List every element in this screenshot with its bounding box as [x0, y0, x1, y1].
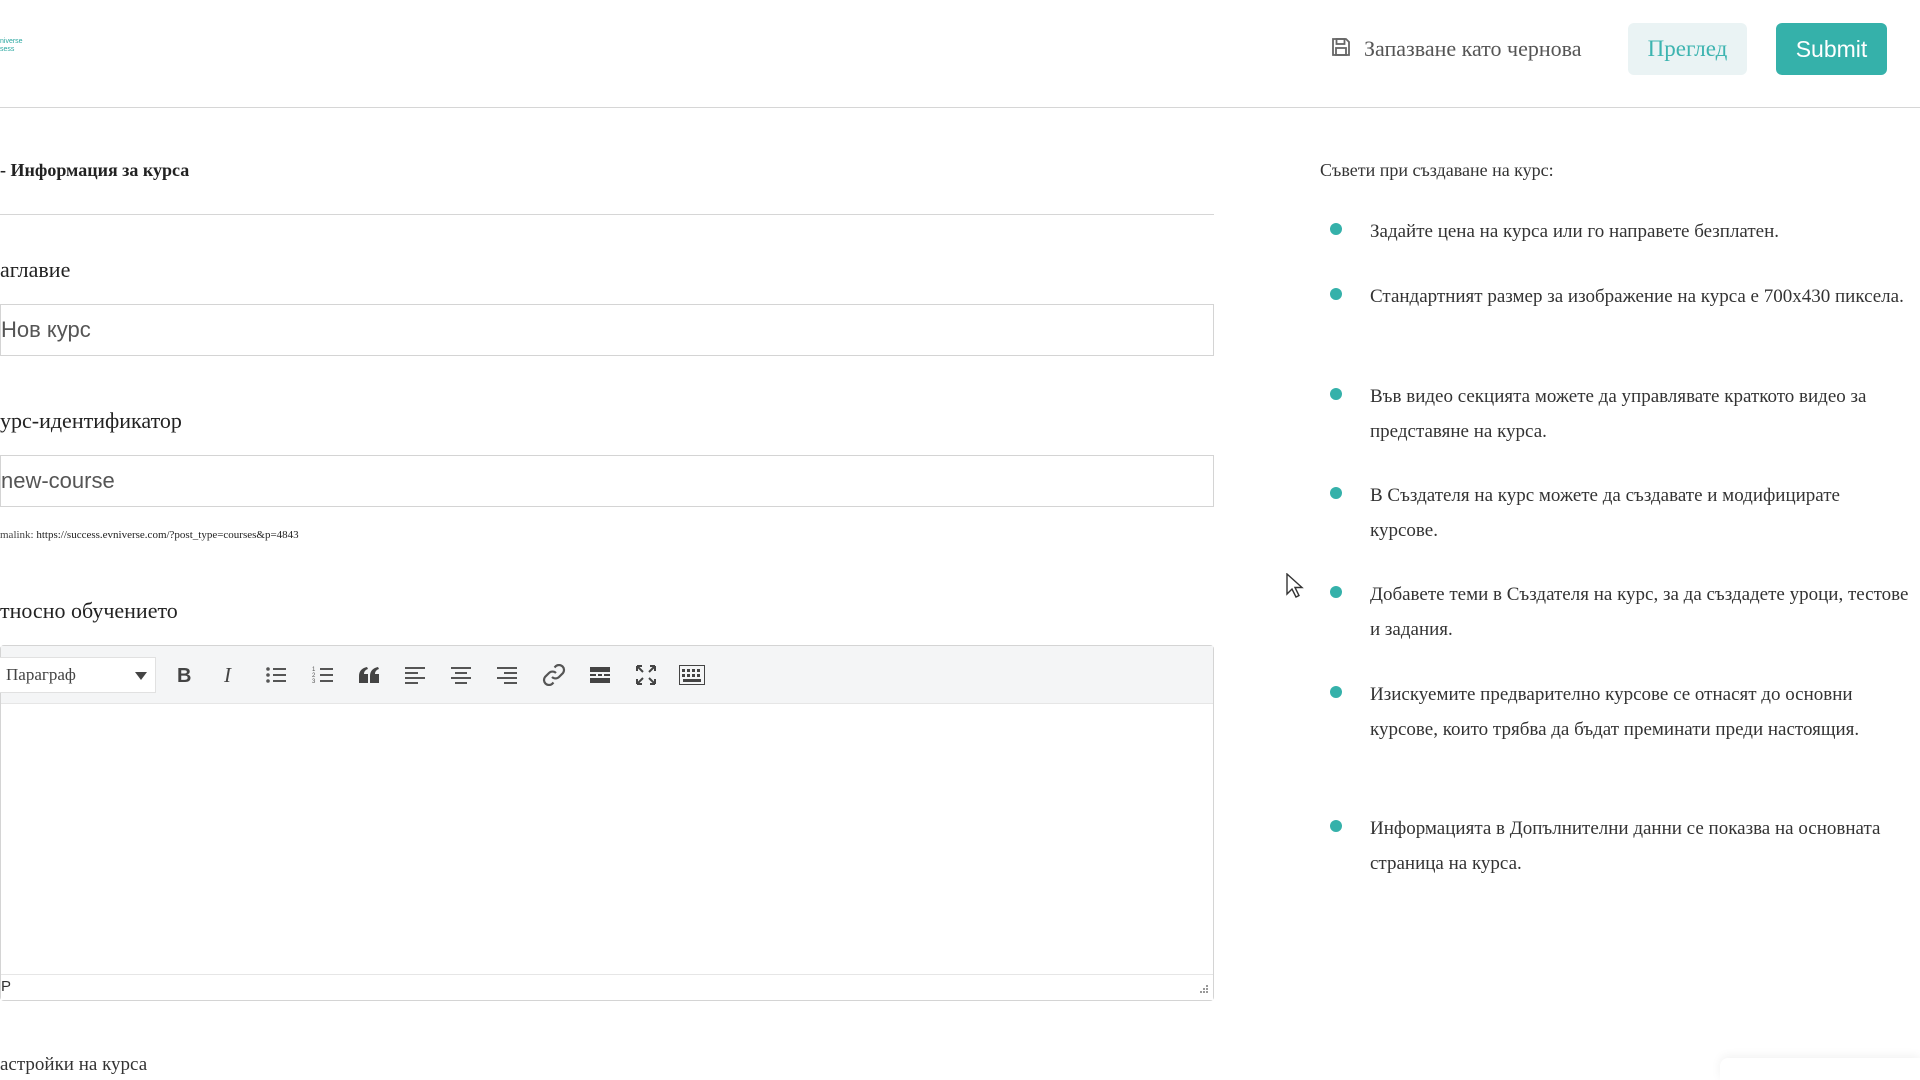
italic-button[interactable]: I	[213, 661, 245, 689]
tip-text: Във видео секцията можете да управлявате…	[1370, 386, 1867, 442]
tip-item: Задайте цена на курса или го направете б…	[1330, 214, 1910, 249]
tip-item: Информацията в Допълнителни данни се пок…	[1330, 811, 1910, 881]
tip-text: Изискуемите предварително курсове се отн…	[1370, 684, 1860, 740]
align-right-icon	[496, 665, 518, 685]
bullet-list-button[interactable]	[260, 661, 292, 689]
tip-text: Задайте цена на курса или го направете б…	[1370, 221, 1780, 242]
permalink-url[interactable]: https://success.evniverse.com/?post_type…	[36, 529, 298, 541]
tip-text: В Създателя на курс можете да създавате …	[1370, 485, 1840, 541]
bullet-dot-icon	[1330, 820, 1342, 832]
tip-text: Информацията в Допълнителни данни се пок…	[1370, 818, 1881, 874]
bold-button[interactable]: B	[168, 661, 200, 689]
tip-item: Изискуемите предварително курсове се отн…	[1330, 677, 1910, 747]
course-settings-label[interactable]: астройки на курса	[0, 1054, 147, 1076]
bullet-dot-icon	[1330, 487, 1342, 499]
save-draft-label: Запазване като чернова	[1364, 36, 1582, 61]
align-left-button[interactable]	[399, 661, 431, 689]
tip-text: Добавете теми в Създателя на курс, за да…	[1370, 584, 1909, 640]
format-select[interactable]: Параграф	[0, 657, 156, 693]
keyboard-icon	[679, 665, 705, 685]
bullet-dot-icon	[1330, 586, 1342, 598]
tip-item: Добавете теми в Създателя на курс, за да…	[1330, 577, 1910, 647]
save-icon	[1330, 36, 1352, 63]
editor-content-area[interactable]	[1, 704, 1213, 974]
svg-text:B: B	[177, 665, 191, 685]
permalink-label: malink:	[0, 529, 34, 541]
format-select-value: Параграф	[6, 665, 76, 684]
svg-text:3: 3	[312, 679, 316, 685]
floating-widget[interactable]	[1720, 1058, 1920, 1080]
bold-icon: B	[175, 665, 193, 685]
toolbar-toggle-button[interactable]	[676, 661, 708, 689]
editor-toolbar: Параграф B I 123	[0, 646, 1213, 704]
permalink: malink: https://success.evniverse.com/?p…	[0, 529, 299, 541]
read-more-button[interactable]	[584, 661, 616, 689]
chevron-down-icon	[135, 672, 147, 680]
align-center-button[interactable]	[445, 661, 477, 689]
bullet-dot-icon	[1330, 288, 1342, 300]
logo-text: niverse sess	[0, 38, 23, 53]
mouse-cursor-icon	[1286, 572, 1304, 599]
editor-statusbar: P	[1, 974, 1213, 1000]
numbered-list-button[interactable]: 123	[307, 661, 339, 689]
fullscreen-icon	[635, 664, 657, 686]
blockquote-button[interactable]	[353, 661, 385, 689]
align-right-button[interactable]	[491, 661, 523, 689]
brand-logo[interactable]: niverse sess	[0, 38, 30, 60]
title-label: аглавие	[0, 257, 71, 282]
bullet-dot-icon	[1330, 223, 1342, 235]
save-draft-button[interactable]: Запазване като чернова	[1330, 34, 1581, 64]
submit-button[interactable]: Submit	[1776, 23, 1887, 75]
about-label: тносно обучението	[0, 598, 178, 623]
bullet-list-icon	[265, 665, 287, 685]
align-left-icon	[404, 665, 426, 685]
bullet-dot-icon	[1330, 388, 1342, 400]
course-slug-input[interactable]: new-course	[0, 455, 1214, 507]
tip-item: Във видео секцията можете да управлявате…	[1330, 379, 1910, 449]
course-title-input[interactable]: Нов курс	[0, 304, 1214, 356]
top-header: niverse sess Запазване като чернова Прег…	[0, 0, 1920, 108]
fullscreen-button[interactable]	[630, 661, 662, 689]
preview-button[interactable]: Преглед	[1628, 23, 1747, 75]
tips-title: Съвети при създаване на курс:	[1320, 160, 1554, 180]
element-path[interactable]: P	[1, 978, 11, 995]
tip-item: Стандартният размер за изображение на ку…	[1330, 279, 1910, 314]
numbered-list-icon: 123	[312, 665, 334, 685]
course-info-section-title[interactable]: - Информация за курса	[0, 160, 189, 181]
section-divider	[0, 214, 1214, 215]
quote-icon	[357, 665, 381, 685]
link-icon	[542, 664, 566, 686]
italic-icon: I	[220, 665, 238, 685]
read-more-icon	[589, 665, 611, 685]
course-description-editor: Параграф B I 123 P	[0, 645, 1214, 1001]
svg-text:I: I	[223, 665, 232, 685]
insert-link-button[interactable]	[538, 661, 570, 689]
bullet-dot-icon	[1330, 686, 1342, 698]
slug-label: урс-идентификатор	[0, 408, 182, 433]
tip-item: В Създателя на курс можете да създавате …	[1330, 478, 1910, 548]
tip-text: Стандартният размер за изображение на ку…	[1370, 286, 1904, 307]
resize-handle-icon[interactable]	[1195, 982, 1209, 996]
align-center-icon	[450, 665, 472, 685]
